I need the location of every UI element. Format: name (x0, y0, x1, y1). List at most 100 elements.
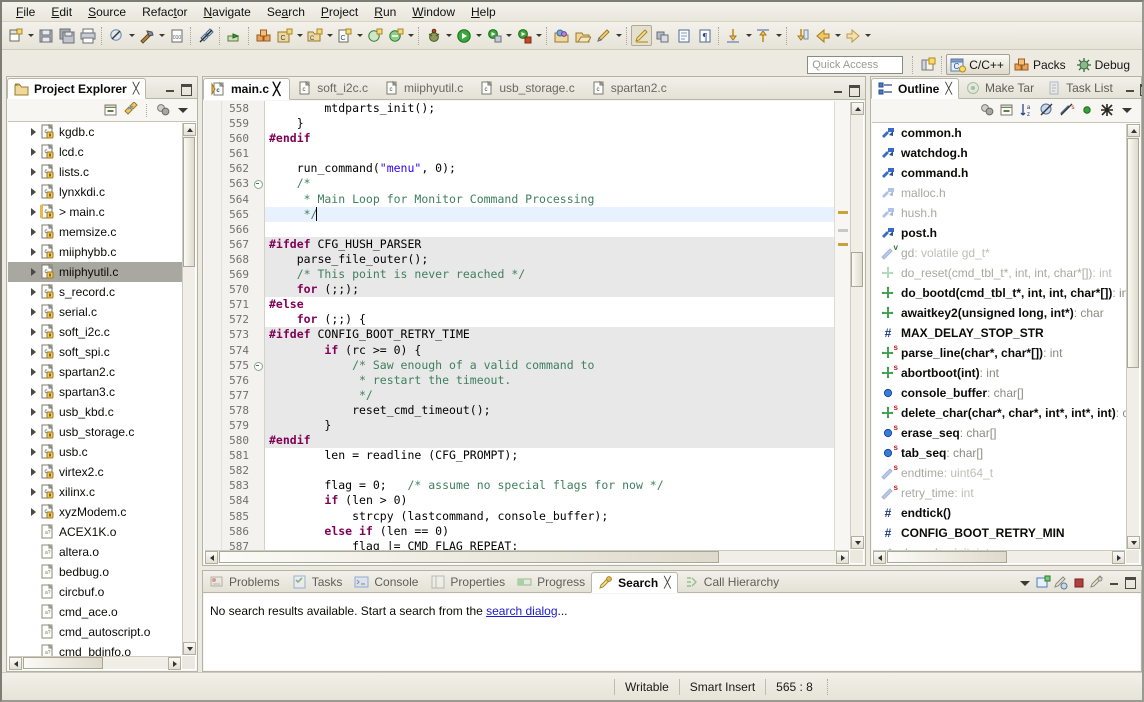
maximize-button[interactable] (1123, 576, 1137, 590)
code-text[interactable]: run_command("menu", 0); (265, 161, 834, 176)
code-line-575[interactable]: 575 /* Saw enough of a valid command to (204, 357, 834, 373)
outline-item[interactable]: # endtick() (872, 503, 1126, 523)
tree-item-xyzmodem-c[interactable]: c xyzModem.c (8, 502, 182, 522)
tree-item-usb-c[interactable]: c usb.c (8, 442, 182, 462)
tree-item-lcd-c[interactable]: c lcd.c (8, 142, 182, 162)
tree-item-miiphybb-c[interactable]: c miiphybb.c (8, 242, 182, 262)
outline-item[interactable]: hush.h (872, 203, 1126, 223)
scroll-left-button[interactable] (9, 657, 22, 670)
view-menu-icon[interactable] (1119, 102, 1135, 118)
code-line-585[interactable]: 585 strcpy (lastcommand, console_buffer)… (204, 508, 834, 524)
outline-item[interactable]: do_reset(cmd_tbl_t*, int, int, char*[]) … (872, 263, 1126, 283)
pin-search-icon[interactable] (1035, 575, 1051, 591)
editor-tab-miiphyutil-c[interactable]: c miiphyutil.c (377, 77, 472, 99)
outline-item[interactable]: do_mdm_init : int (872, 543, 1126, 550)
annotation-gutter[interactable] (204, 493, 222, 509)
code-line-567[interactable]: 567 #ifdef CFG_HUSH_PARSER (204, 236, 834, 252)
code-line-564[interactable]: 564 * Main Loop for Monitor Command Proc… (204, 191, 834, 207)
code-text[interactable]: */ (265, 206, 834, 222)
outline-item[interactable]: s parse_line(char*, char*[]) : int (872, 343, 1126, 363)
code-line-586[interactable]: 586 else if (len == 0) (204, 523, 834, 539)
collapse-all-icon[interactable] (103, 102, 119, 118)
close-icon[interactable]: ╳ (945, 82, 952, 95)
menu-search[interactable]: Search (259, 3, 313, 21)
tree-item-usb-storage-c[interactable]: c usb_storage.c (8, 422, 182, 442)
marker-highlight-icon[interactable] (631, 25, 652, 46)
tree-item-cmd-ace-o[interactable]: a? cmd_ace.o (8, 602, 182, 622)
outline-item[interactable]: s delete_char(char*, char*, int*, int*, i… (872, 403, 1126, 423)
chevron-down-icon[interactable] (355, 25, 364, 46)
code-line-572[interactable]: 572 for (;;) { (204, 312, 834, 328)
hide-static-members-icon[interactable]: s (1059, 102, 1075, 118)
outline-item[interactable]: s endtime : uint64_t (872, 463, 1126, 483)
code-line-578[interactable]: 578 reset_cmd_timeout(); (204, 402, 834, 418)
code-line-568[interactable]: 568 parse_file_outer(); (204, 251, 834, 268)
code-text[interactable]: #endif (265, 433, 834, 448)
outline-item[interactable]: s tab_seq : char[] (872, 443, 1126, 463)
annotation-gutter[interactable] (204, 176, 222, 192)
expand-arrow-icon[interactable] (26, 482, 40, 502)
menu-source[interactable]: Source (80, 3, 134, 21)
code-text[interactable]: #endif (265, 131, 834, 146)
annotation-gutter[interactable] (204, 297, 222, 313)
tree-item-spartan3-c[interactable]: c spartan3.c (8, 382, 182, 402)
focus-on-active-task-icon[interactable] (979, 102, 995, 118)
close-icon[interactable]: ╳ (273, 82, 280, 96)
run-current-search-icon[interactable] (1089, 575, 1105, 591)
code-text[interactable]: if (rc >= 0) { (265, 343, 834, 358)
tab-properties[interactable]: Properties (424, 571, 511, 592)
stop-search-icon[interactable] (1071, 575, 1087, 591)
scroll-up-button[interactable] (851, 102, 864, 115)
annotation-gutter[interactable] (204, 372, 222, 388)
outline-item[interactable]: # CONFIG_BOOT_RETRY_MIN (872, 523, 1126, 543)
outline-item[interactable]: awaitkey2(unsigned long, int*) : char (872, 303, 1126, 323)
code-line-566[interactable]: 566 (204, 221, 834, 237)
tree-item-xilinx-c[interactable]: c xilinx.c (8, 482, 182, 502)
tree-item-lynxkdi-c[interactable]: c lynxkdi.c (8, 182, 182, 202)
code-line-580[interactable]: 580 #endif (204, 433, 834, 449)
vscroll-thumb[interactable] (1127, 138, 1139, 368)
chevron-down-icon[interactable] (474, 25, 483, 46)
code-line-573[interactable]: 573 #ifdef CONFIG_BOOT_RETRY_TIME (204, 327, 834, 343)
new-c-project-icon[interactable]: C (274, 25, 295, 46)
expand-arrow-icon[interactable] (26, 422, 40, 442)
packs-cube-icon[interactable] (253, 25, 274, 46)
chevron-down-icon[interactable] (325, 25, 334, 46)
collapse-all-icon[interactable] (999, 102, 1015, 118)
code-text[interactable]: parse_file_outer(); (265, 252, 834, 267)
show-whitespace-icon[interactable] (673, 25, 694, 46)
scroll-right-button[interactable] (836, 551, 849, 564)
refresh-green-icon[interactable] (385, 25, 406, 46)
scroll-right-button[interactable] (168, 657, 181, 670)
code-text[interactable]: flag |= CMD_FLAG_REPEAT; (265, 539, 834, 550)
hscroll-thumb[interactable] (219, 551, 719, 563)
print-icon[interactable] (77, 25, 98, 46)
outline-item[interactable]: console_buffer : char[] (872, 383, 1126, 403)
code-line-581[interactable]: 581 len = readline (CFG_PROMPT); (204, 448, 834, 464)
tree-item-circbuf-o[interactable]: a? circbuf.o (8, 582, 182, 602)
scroll-down-button[interactable] (1127, 536, 1140, 549)
ruler-mark[interactable] (838, 229, 848, 232)
expand-arrow-icon[interactable] (26, 302, 40, 322)
open-resource-icon[interactable] (551, 25, 572, 46)
code-line-577[interactable]: 577 */ (204, 387, 834, 403)
annotation-gutter[interactable] (204, 433, 222, 449)
editor-tab-soft-i2c-c[interactable]: c soft_i2c.c (290, 77, 377, 99)
next-annotation-icon[interactable] (723, 25, 744, 46)
maximize-button[interactable] (1139, 83, 1142, 97)
annotation-gutter[interactable] (204, 236, 222, 252)
project-tree-vscrollbar[interactable] (182, 123, 196, 655)
expand-arrow-icon[interactable] (26, 142, 40, 162)
tab-project-explorer[interactable]: Project Explorer ╳ (7, 78, 147, 99)
annotation-gutter[interactable] (204, 417, 222, 434)
profile-icon[interactable] (513, 25, 534, 46)
code-text[interactable]: /* Saw enough of a valid command to (265, 358, 834, 373)
tab-problems[interactable]: Problems (203, 571, 286, 592)
tab-tasks[interactable]: Tasks (286, 571, 349, 592)
code-line-582[interactable]: 582 (204, 463, 834, 479)
expand-arrow-icon[interactable] (26, 462, 40, 482)
menu-refactor[interactable]: Refactor (134, 3, 195, 21)
outline-item[interactable]: common.h (872, 123, 1126, 143)
annotation-gutter[interactable] (204, 508, 222, 524)
code-line-558[interactable]: 558 mtdparts_init(); (204, 101, 834, 117)
